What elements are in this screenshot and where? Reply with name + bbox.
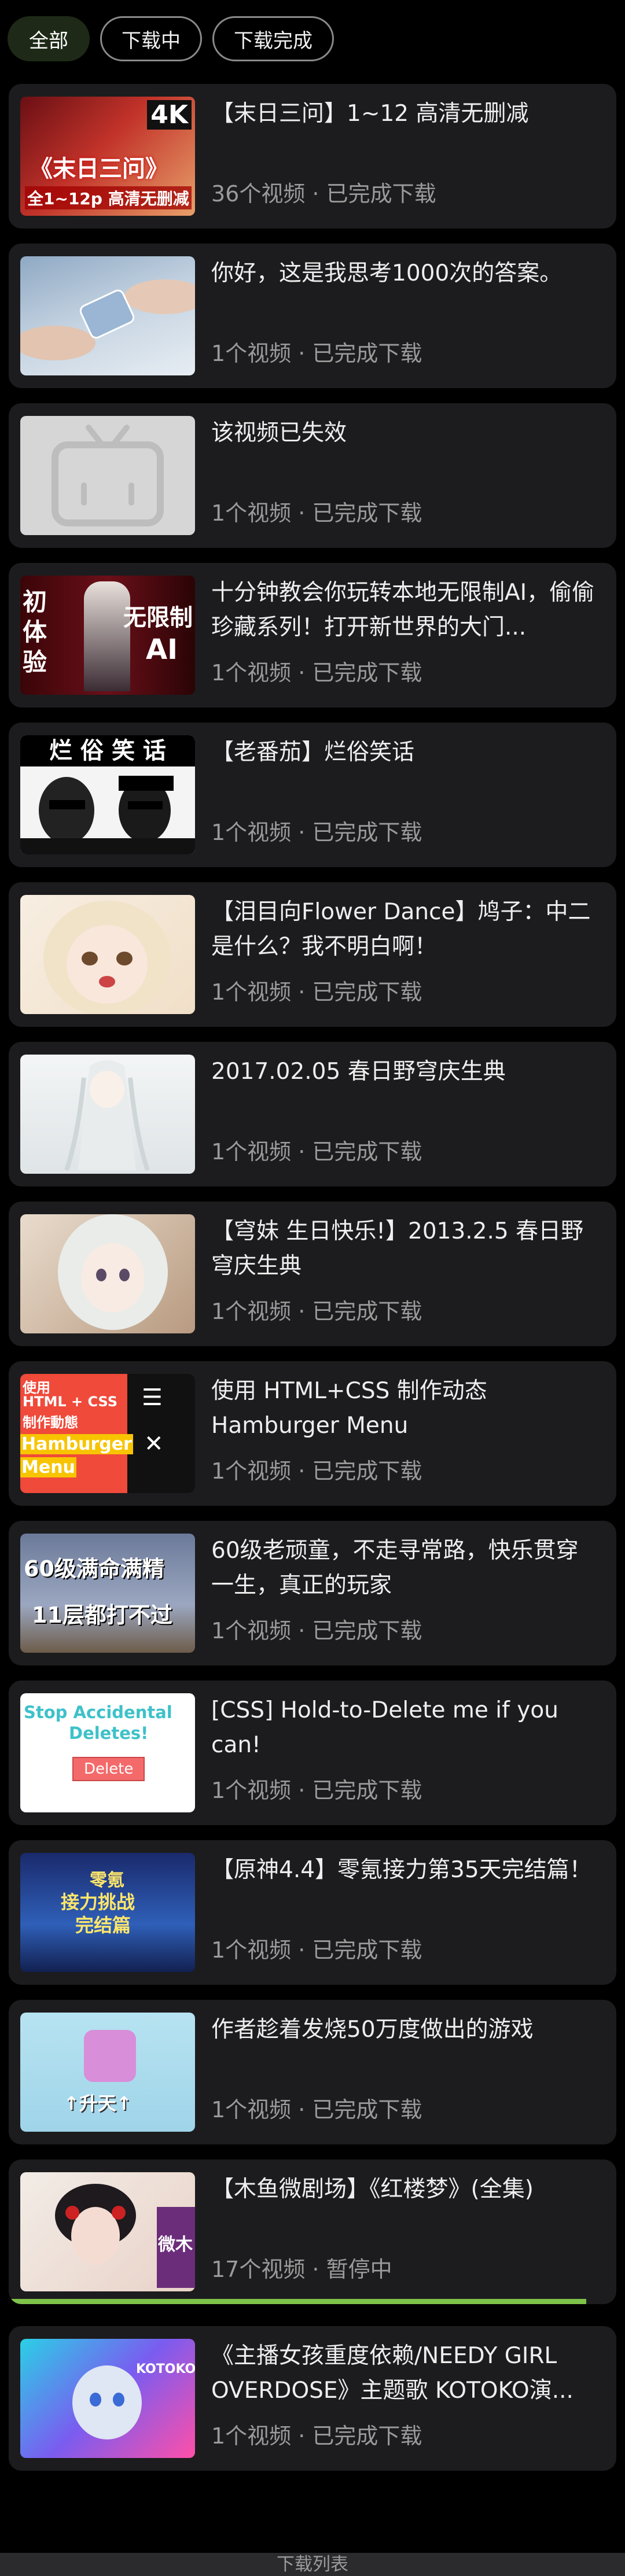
video-thumbnail: 烂 俗 笑 话 bbox=[20, 735, 195, 854]
two-men-image bbox=[20, 776, 195, 854]
thumbnail-caption: 60级满命满精 bbox=[24, 1556, 164, 1582]
tab-completed[interactable]: 下载完成 bbox=[212, 16, 334, 61]
filter-tabs: 全部 下载中 下载完成 bbox=[8, 16, 334, 61]
download-item[interactable]: 【泪目向Flower Dance】鸠子：中二是什么？我不明白啊！ 1个视频 · … bbox=[9, 882, 616, 1027]
item-title: 【穹妹 生日快乐!】2013.2.5 春日野穹庆生典 bbox=[211, 1218, 584, 1279]
download-item[interactable]: 初体验 无限制 AI 十分钟教会你玩转本地无限制AI，偷偷珍藏系列！打开新世界的… bbox=[9, 563, 616, 707]
item-title: 作者趁着发烧50万度做出的游戏 bbox=[211, 2017, 534, 2043]
video-thumbnail bbox=[20, 256, 195, 375]
video-thumbnail: 初体验 无限制 AI bbox=[20, 576, 195, 695]
item-title: 【木鱼微剧场】《红楼梦》(全集) bbox=[211, 2176, 534, 2202]
item-title: 【末日三问】1~12 高清无删减 bbox=[211, 101, 529, 127]
item-meta: 1个视频 · 已完成下载 bbox=[211, 2097, 422, 2122]
thumbnail-caption: Menu bbox=[20, 1457, 76, 1477]
item-meta: 1个视频 · 已完成下载 bbox=[211, 1778, 422, 1803]
download-item[interactable]: 烂 俗 笑 话 【老番茄】烂俗笑话 1个视频 · 已完成下载 bbox=[9, 723, 616, 867]
anime-girl-image bbox=[58, 1214, 168, 1330]
download-item[interactable]: 微木 【木鱼微剧场】《红楼梦》(全集) 17个视频 · 暂停中 bbox=[9, 2159, 616, 2304]
thumbnail-caption: 全1~12p 高清无删减 bbox=[25, 186, 192, 209]
tv-placeholder-icon bbox=[52, 425, 164, 526]
video-thumbnail: 微木 bbox=[20, 2172, 195, 2291]
invalid-video-thumbnail bbox=[20, 416, 195, 535]
download-item[interactable]: KOTOKO 《主播女孩重度依赖/NEEDY GIRL OVERDOSE》主题歌… bbox=[9, 2326, 616, 2471]
thumbnail-delete-button: Delete bbox=[72, 1757, 145, 1781]
tab-all[interactable]: 全部 bbox=[8, 16, 90, 61]
thumbnail-caption: 完结篇 bbox=[75, 1914, 131, 1936]
download-item[interactable]: ↑升天↑ 作者趁着发烧50万度做出的游戏 1个视频 · 已完成下载 bbox=[9, 2000, 616, 2144]
anime-girl-image bbox=[64, 1060, 150, 1171]
thumbnail-caption: KOTOKO bbox=[136, 2362, 195, 2376]
item-meta: 1个视频 · 已完成下载 bbox=[211, 1458, 422, 1484]
download-progress-bar bbox=[9, 2299, 586, 2304]
item-title: 60级老顽童，不走寻常路，快乐贯穿一生，真正的玩家 bbox=[211, 1538, 579, 1598]
video-thumbnail: 零氪 接力挑战 完结篇 bbox=[20, 1853, 195, 1972]
item-meta: 1个视频 · 已完成下载 bbox=[211, 820, 422, 845]
item-title: 【老番茄】烂俗笑话 bbox=[211, 739, 415, 765]
download-item[interactable]: 你好，这是我思考1000次的答案。 1个视频 · 已完成下载 bbox=[9, 244, 616, 388]
video-thumbnail: KOTOKO bbox=[20, 2339, 195, 2458]
download-item[interactable]: Stop Accidental Deletes! Delete [CSS] Ho… bbox=[9, 1681, 616, 1825]
thumbnail-caption: 初体验 bbox=[23, 588, 47, 676]
thumbnail-caption: 制作動態 bbox=[23, 1414, 78, 1431]
download-item[interactable]: 【穹妹 生日快乐!】2013.2.5 春日野穹庆生典 1个视频 · 已完成下载 bbox=[9, 1202, 616, 1346]
video-thumbnail bbox=[20, 1214, 195, 1333]
item-title: 【原神4.4】零氪接力第35天完结篇！ bbox=[211, 1857, 592, 1883]
item-title: 《主播女孩重度依赖/NEEDY GIRL OVERDOSE》主题歌 KOTOKO… bbox=[211, 2343, 573, 2404]
download-item[interactable]: 2017.02.05 春日野穹庆生典 1个视频 · 已完成下载 bbox=[9, 1042, 616, 1186]
video-thumbnail bbox=[20, 1055, 195, 1174]
item-meta: 1个视频 · 已完成下载 bbox=[211, 660, 422, 686]
thumbnail-caption: Hamburger bbox=[20, 1434, 133, 1454]
hands-phone-image bbox=[20, 279, 195, 360]
item-meta: 1个视频 · 已完成下载 bbox=[211, 1618, 422, 1643]
download-item[interactable]: 60级满命满精 11层都打不过 60级老顽童，不走寻常路，快乐贯穿一生，真正的玩… bbox=[9, 1521, 616, 1665]
download-item[interactable]: 使用 HTML + CSS 制作動態 Hamburger Menu ☰ ✕ 使用… bbox=[9, 1361, 616, 1506]
item-meta: 1个视频 · 已完成下载 bbox=[211, 500, 422, 526]
thumbnail-caption: AI bbox=[145, 633, 178, 666]
hamburger-icon: ☰ bbox=[142, 1384, 163, 1411]
thumbnail-caption: 《末日三问》 bbox=[30, 156, 168, 182]
download-list-footer: 下载列表 bbox=[0, 2553, 625, 2576]
tab-downloading[interactable]: 下载中 bbox=[100, 16, 202, 61]
item-title: [CSS] Hold-to-Delete me if you can! bbox=[211, 1697, 558, 1758]
thumbnail-caption: 11层都打不过 bbox=[32, 1602, 172, 1628]
video-thumbnail: Stop Accidental Deletes! Delete bbox=[20, 1693, 195, 1812]
anime-girl-image bbox=[72, 2365, 142, 2439]
item-title: 2017.02.05 春日野穹庆生典 bbox=[211, 1059, 506, 1085]
item-title: 十分钟教会你玩转本地无限制AI，偷偷珍藏系列！打开新世界的大门... bbox=[211, 580, 595, 640]
thumbnail-caption: Stop Accidental bbox=[24, 1702, 172, 1722]
item-title: 你好，这是我思考1000次的答案。 bbox=[211, 260, 562, 286]
thumbnail-caption: HTML + CSS bbox=[23, 1394, 118, 1410]
video-thumbnail bbox=[20, 895, 195, 1014]
item-title: 【泪目向Flower Dance】鸠子：中二是什么？我不明白啊！ bbox=[211, 899, 591, 960]
video-thumbnail: ↑升天↑ bbox=[20, 2013, 195, 2132]
anime-girl-image bbox=[43, 901, 171, 1014]
item-meta: 1个视频 · 已完成下载 bbox=[211, 1299, 422, 1324]
video-thumbnail: 使用 HTML + CSS 制作動態 Hamburger Menu ☰ ✕ bbox=[20, 1374, 195, 1493]
download-item[interactable]: 4K 《末日三问》 全1~12p 高清无删减 【末日三问】1~12 高清无删减 … bbox=[9, 84, 616, 229]
thumbnail-caption: Deletes! bbox=[69, 1723, 149, 1743]
video-thumbnail: 4K 《末日三问》 全1~12p 高清无删减 bbox=[20, 97, 195, 216]
thumbnail-caption: 微木 bbox=[158, 2235, 193, 2255]
item-meta: 17个视频 · 暂停中 bbox=[211, 2257, 392, 2282]
item-meta: 1个视频 · 已完成下载 bbox=[211, 1937, 422, 1963]
item-title: 该视频已失效 bbox=[211, 420, 347, 446]
download-item[interactable]: 零氪 接力挑战 完结篇 【原神4.4】零氪接力第35天完结篇！ 1个视频 · 已… bbox=[9, 1840, 616, 1985]
download-item[interactable]: 该视频已失效 1个视频 · 已完成下载 bbox=[9, 403, 616, 548]
thumbnail-caption: 无限制 bbox=[123, 605, 193, 631]
item-meta: 1个视频 · 已完成下载 bbox=[211, 2423, 422, 2449]
close-icon: ✕ bbox=[144, 1431, 164, 1457]
thumbnail-badge: 4K bbox=[147, 100, 192, 130]
item-meta: 1个视频 · 已完成下载 bbox=[211, 341, 422, 366]
item-meta: 1个视频 · 已完成下载 bbox=[211, 979, 422, 1005]
item-meta: 36个视频 · 已完成下载 bbox=[211, 181, 436, 207]
thumbnail-caption: ↑升天↑ bbox=[64, 2092, 132, 2114]
video-thumbnail: 60级满命满精 11层都打不过 bbox=[20, 1534, 195, 1653]
item-meta: 1个视频 · 已完成下载 bbox=[211, 1139, 422, 1164]
item-title: 使用 HTML+CSS 制作动态 Hamburger Menu bbox=[211, 1378, 487, 1439]
